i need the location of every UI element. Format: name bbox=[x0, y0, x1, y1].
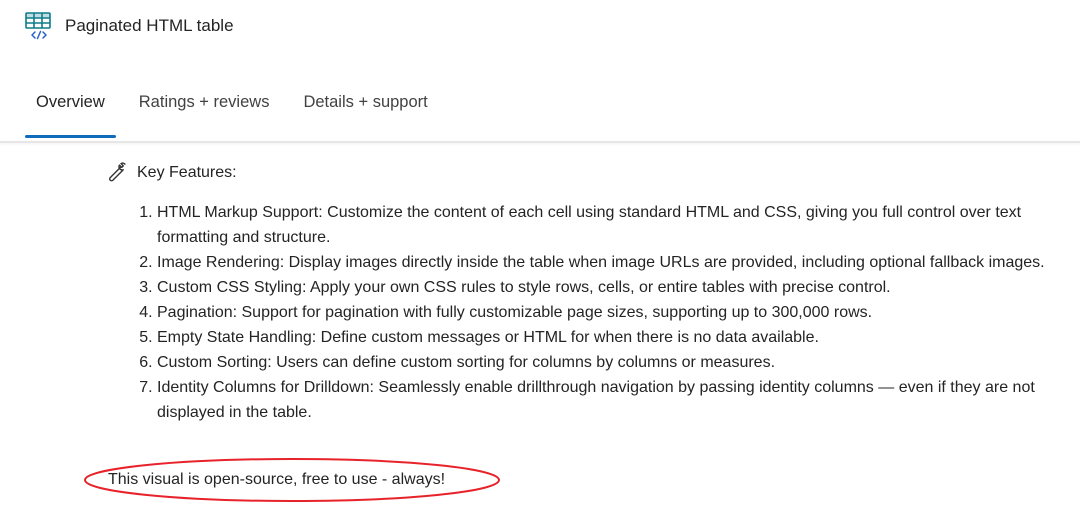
tab-overview[interactable]: Overview bbox=[25, 84, 116, 138]
tab-ratings-reviews[interactable]: Ratings + reviews bbox=[128, 84, 281, 130]
features-list: HTML Markup Support: Customize the conte… bbox=[108, 200, 1048, 425]
feature-item: Custom CSS Styling: Apply your own CSS r… bbox=[157, 275, 1048, 300]
overview-content: Key Features: HTML Markup Support: Custo… bbox=[108, 160, 1048, 425]
features-heading: Key Features: bbox=[108, 160, 1048, 185]
app-title: Paginated HTML table bbox=[65, 16, 234, 35]
feature-item: HTML Markup Support: Customize the conte… bbox=[157, 200, 1048, 250]
feature-item: Image Rendering: Display images directly… bbox=[157, 250, 1048, 275]
open-source-note: This visual is open-source, free to use … bbox=[108, 471, 446, 488]
app-header: Paginated HTML table bbox=[24, 11, 234, 41]
feature-item: Pagination: Support for pagination with … bbox=[157, 300, 1048, 325]
feature-item: Identity Columns for Drilldown: Seamless… bbox=[157, 375, 1048, 425]
tab-bar: Overview Ratings + reviews Details + sup… bbox=[25, 84, 439, 138]
tab-details-support[interactable]: Details + support bbox=[292, 84, 438, 130]
features-heading-text: Key Features: bbox=[137, 164, 237, 181]
feature-item: Custom Sorting: Users can define custom … bbox=[157, 350, 1048, 375]
table-code-icon bbox=[25, 12, 51, 40]
feature-item: Empty State Handling: Define custom mess… bbox=[157, 325, 1048, 350]
wrench-icon bbox=[109, 161, 126, 181]
tab-divider bbox=[0, 141, 1080, 143]
